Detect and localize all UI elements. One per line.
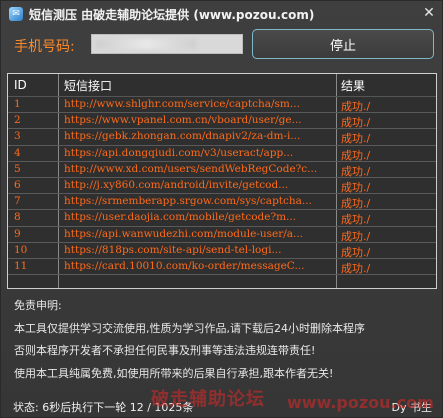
- table-row[interactable]: 2 https://www.vpanel.com.cn/vboard/user/g…: [8, 113, 436, 129]
- table-row[interactable]: 6 http://j.xy860.com/android/invite/getco…: [8, 178, 436, 194]
- row-api-url: http://www.shlghr.com/service/captcha/sm…: [64, 98, 300, 110]
- phone-input[interactable]: [91, 34, 243, 54]
- table-row[interactable]: 9 https://api.wanwudezhi.com/module-user/…: [8, 227, 436, 243]
- close-button[interactable]: ✕: [420, 4, 438, 22]
- sms-api-table[interactable]: ID 短信接口 结果 1 http://www.shlghr.com/servic…: [7, 73, 437, 289]
- column-header-api[interactable]: 短信接口: [64, 77, 112, 94]
- disclaimer: 免责申明: 本工具仅提供学习交流使用,性质为学习作品,请下载后24小时删除本程序…: [14, 295, 434, 385]
- row-divider: [8, 274, 436, 276]
- row-id: 4: [14, 146, 21, 159]
- row-id: 10: [14, 243, 28, 256]
- row-api-url: https://api.dongqiudi.com/v3/useract/app…: [64, 146, 294, 159]
- row-api-url: https://card.10010.com/ko-order/messageC…: [64, 260, 305, 272]
- row-api-url: http://www.xd.com/users/sendWebRegCode?c…: [64, 162, 318, 175]
- table-row[interactable]: 8 https://user.daojia.com/mobile/getcode?…: [8, 210, 436, 226]
- title-bar: ✉ 短信测压 由破走辅助论坛提供 (www.pozou.com) ✕: [1, 1, 443, 27]
- table-row[interactable]: 11 https://card.10010.com/ko-order/messag…: [8, 259, 436, 275]
- stop-button[interactable]: 停止: [252, 29, 434, 59]
- table-header: ID 短信接口 结果: [8, 74, 436, 97]
- table-row[interactable]: 7 https://srmemberapp.srgow.com/sys/captc…: [8, 194, 436, 210]
- table-row[interactable]: 10 https://818ps.com/site-api/send-tel-lo…: [8, 243, 436, 259]
- row-id: 8: [14, 211, 21, 224]
- app-icon: ✉: [9, 7, 23, 21]
- disclaimer-line: 本工具仅提供学习交流使用,性质为学习作品,请下载后24小时删除本程序: [14, 321, 365, 335]
- row-id: 6: [14, 179, 21, 191]
- table-row[interactable]: 5 http://www.xd.com/users/sendWebRegCode?…: [8, 162, 436, 178]
- table-row[interactable]: 3 https://gebk.zhongan.com/dnapiv2/za-dm-…: [8, 129, 436, 145]
- phone-label: 手机号码:: [14, 39, 75, 55]
- blurred-phone-number: [96, 39, 196, 49]
- disclaimer-title: 免责申明:: [14, 299, 62, 312]
- row-id: 1: [14, 98, 21, 110]
- table-row[interactable]: 1 http://www.shlghr.com/service/captcha/s…: [8, 97, 436, 113]
- watermark-url: www.pozou.com: [287, 393, 434, 412]
- app-window: ✉ 短信测压 由破走辅助论坛提供 (www.pozou.com) ✕ 手机号码:…: [0, 0, 443, 418]
- column-header-id[interactable]: ID: [14, 78, 27, 92]
- row-id: 5: [14, 162, 21, 175]
- row-api-url: https://www.vpanel.com.cn/vboard/user/ge…: [64, 114, 302, 127]
- window-title: 短信测压 由破走辅助论坛提供 (www.pozou.com): [29, 7, 315, 22]
- row-id: 3: [14, 130, 21, 143]
- disclaimer-line: 否则本程序开发者不承担任何民事及刑事等违法违规连带责任!: [14, 344, 316, 357]
- row-id: 11: [14, 260, 28, 272]
- row-api-url: https://srmemberapp.srgow.com/sys/captch…: [64, 195, 312, 208]
- row-api-url: http://j.xy860.com/android/invite/getcod…: [64, 179, 289, 191]
- column-header-result[interactable]: 结果: [341, 77, 365, 94]
- row-id: 2: [14, 114, 21, 127]
- table-row[interactable]: 4 https://api.dongqiudi.com/v3/useract/ap…: [8, 146, 436, 162]
- row-api-url: https://gebk.zhongan.com/dnapiv2/za-dm-i…: [64, 130, 301, 143]
- row-api-url: https://818ps.com/site-api/send-tel-logi…: [64, 243, 282, 256]
- row-id: 7: [14, 195, 21, 208]
- row-api-url: https://user.daojia.com/mobile/getcode?m…: [64, 211, 297, 224]
- row-id: 9: [14, 227, 21, 240]
- disclaimer-line: 使用本工具纯属免费,如使用所带来的后果自行承担,跟本作者无关!: [14, 366, 334, 380]
- row-api-url: https://api.wanwudezhi.com/module-user/a…: [64, 227, 304, 240]
- watermark-text: 破走辅助论坛: [151, 389, 265, 410]
